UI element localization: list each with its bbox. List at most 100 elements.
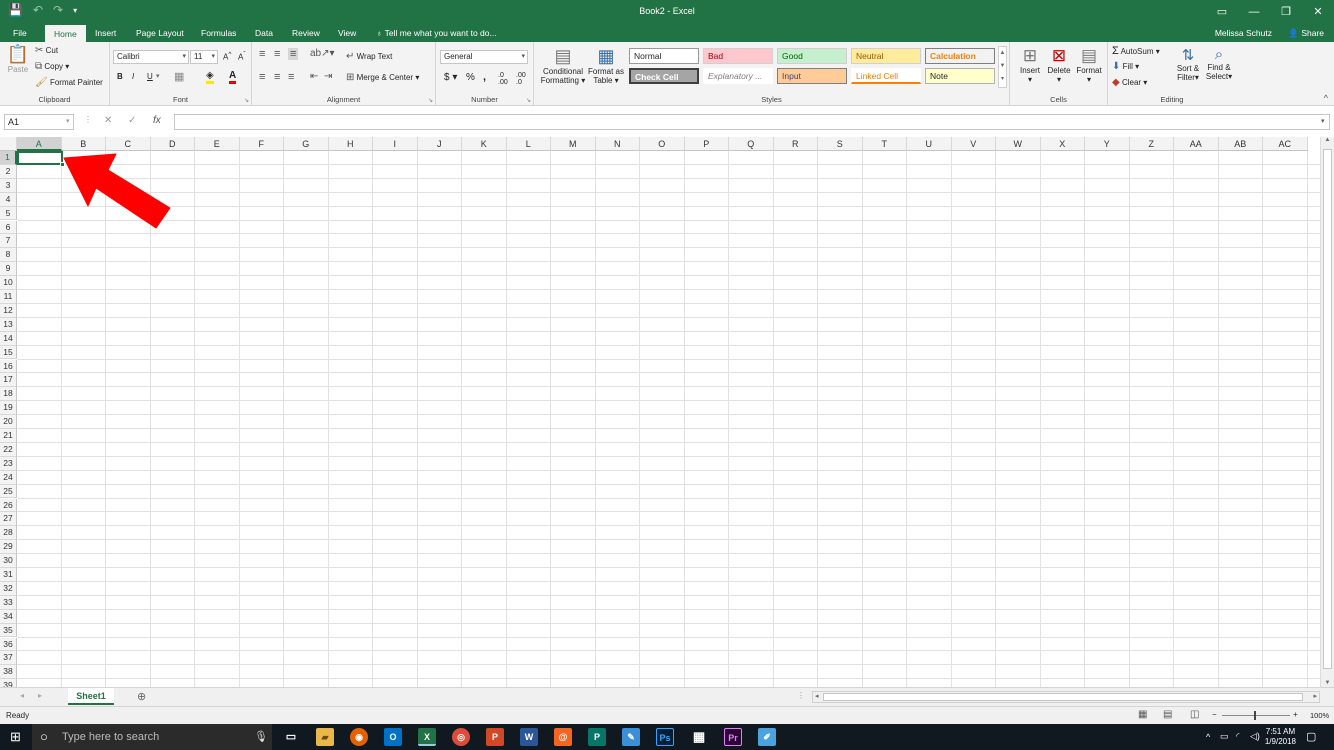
row-header[interactable]: 23 — [0, 456, 17, 471]
italic-button[interactable]: I — [132, 72, 134, 81]
tray-expand-icon[interactable]: ^ — [1206, 732, 1210, 742]
style-explanatory[interactable]: Explanatory ... — [703, 68, 773, 84]
style-bad[interactable]: Bad — [703, 48, 773, 64]
comma-button[interactable]: , — [483, 71, 486, 83]
column-header[interactable]: C — [106, 137, 151, 151]
row-header[interactable]: 21 — [0, 429, 17, 443]
alignment-dialog-launcher-icon[interactable]: ↘ — [428, 97, 433, 104]
underline-dropdown-icon[interactable]: ▾ — [156, 72, 160, 80]
column-header[interactable]: U — [907, 137, 952, 151]
share-button[interactable]: 👤 Share — [1288, 24, 1324, 42]
column-header[interactable]: Y — [1085, 137, 1130, 151]
page-break-view-icon[interactable]: ◫ — [1190, 709, 1199, 720]
format-button[interactable]: ▤ Format ▾ — [1074, 46, 1104, 84]
row-header[interactable]: 27 — [0, 512, 17, 527]
paste-button[interactable]: 📋 Paste — [6, 44, 30, 74]
row-header[interactable]: 19 — [0, 401, 17, 416]
row-header[interactable]: 33 — [0, 595, 17, 610]
decrease-decimal-icon[interactable]: .00.0 — [516, 72, 526, 86]
increase-decimal-icon[interactable]: .0.00 — [498, 72, 508, 86]
underline-button[interactable]: U — [147, 72, 153, 81]
tab-view[interactable]: View — [331, 24, 363, 42]
column-header[interactable]: G — [284, 137, 329, 151]
action-center-icon[interactable]: ▢ — [1306, 730, 1316, 743]
select-all-corner[interactable] — [0, 137, 17, 151]
column-header[interactable]: D — [150, 137, 195, 151]
cut-button[interactable]: ✂ Cut — [35, 45, 58, 56]
chrome-icon[interactable]: ◎ — [452, 728, 470, 746]
tab-home[interactable]: Home — [45, 25, 86, 42]
outlook-icon[interactable]: O — [384, 728, 402, 746]
name-box[interactable]: A1 — [4, 114, 74, 130]
column-header[interactable]: L — [506, 137, 551, 151]
row-header[interactable]: 34 — [0, 609, 17, 624]
minimize-icon[interactable]: — — [1238, 0, 1270, 24]
restore-icon[interactable]: ❐ — [1270, 0, 1302, 24]
currency-button[interactable]: $ ▾ — [444, 72, 457, 83]
word-icon[interactable]: W — [520, 728, 538, 746]
zoom-out-icon[interactable]: − — [1212, 710, 1217, 719]
row-header[interactable]: 9 — [0, 262, 17, 277]
column-header[interactable]: Z — [1129, 137, 1174, 151]
enter-icon[interactable]: ✓ — [128, 115, 136, 126]
row-header[interactable]: 16 — [0, 359, 17, 374]
decrease-indent-icon[interactable]: ⇤ — [310, 71, 318, 82]
zoom-in-icon[interactable]: + — [1293, 710, 1298, 719]
row-header[interactable]: 15 — [0, 345, 17, 360]
microphone-icon[interactable]: 🎙 — [254, 730, 268, 743]
row-header[interactable]: 20 — [0, 415, 17, 429]
row-header[interactable]: 17 — [0, 373, 17, 388]
row-header[interactable]: 7 — [0, 234, 17, 249]
style-neutral[interactable]: Neutral — [851, 48, 921, 64]
tab-insert[interactable]: Insert — [88, 24, 123, 42]
wrap-text-button[interactable]: ↵ Wrap Text — [346, 51, 392, 62]
wifi-icon[interactable]: ◜ — [1236, 731, 1240, 742]
format-as-table-button[interactable]: ▦ Format as Table ▾ — [586, 46, 626, 85]
style-good[interactable]: Good — [777, 48, 847, 64]
column-header[interactable]: W — [996, 137, 1041, 151]
publisher-icon[interactable]: P — [588, 728, 606, 746]
prev-sheet-icon[interactable]: ◂ — [20, 691, 24, 700]
zoom-level[interactable]: 100% — [1310, 711, 1329, 720]
middle-align-icon[interactable]: ≡ — [274, 48, 280, 60]
row-header[interactable]: 32 — [0, 581, 17, 596]
worksheet-grid[interactable]: A B C D E F G H I J K L M N O P Q R S T U V W X Y Z AA AB AC 1 2 3 4 5 6 7 8… — [0, 137, 1320, 687]
ribbon-display-icon[interactable]: ▭ — [1206, 0, 1238, 24]
collapse-ribbon-icon[interactable]: ^ — [1324, 93, 1328, 103]
row-header[interactable]: 36 — [0, 637, 17, 652]
row-header[interactable]: 1 — [0, 151, 17, 165]
horizontal-scrollbar[interactable]: ◂ ▸ — [812, 691, 1320, 703]
copy-button[interactable]: ⧉ Copy ▾ — [35, 61, 69, 72]
conditional-formatting-button[interactable]: ▤ Conditional Formatting ▾ — [538, 46, 588, 85]
selected-cell-a1[interactable] — [17, 151, 65, 167]
align-center-icon[interactable]: ≡ — [274, 71, 280, 83]
column-header[interactable]: B — [61, 137, 106, 151]
app-swirl-icon[interactable]: @ — [554, 728, 572, 746]
split-handle-icon[interactable]: ⋮ — [797, 691, 805, 700]
normal-view-icon[interactable]: ▦ — [1138, 709, 1147, 720]
percent-button[interactable]: % — [466, 72, 475, 83]
column-header[interactable]: E — [195, 137, 240, 151]
column-header[interactable]: AC — [1263, 137, 1308, 151]
borders-icon[interactable]: ▦ — [174, 70, 184, 83]
delete-button[interactable]: ⊠ Delete ▾ — [1045, 46, 1073, 84]
row-header[interactable]: 37 — [0, 651, 17, 666]
tell-me-box[interactable]: ♁ Tell me what you want to do... — [376, 24, 497, 42]
sort-filter-button[interactable]: ⇅ Sort & Filter▾ — [1174, 46, 1202, 82]
photoshop-icon[interactable]: Ps — [656, 728, 674, 746]
column-header[interactable]: J — [417, 137, 462, 151]
row-header[interactable]: 30 — [0, 554, 17, 568]
scroll-down-icon[interactable]: ▼ — [1321, 680, 1334, 686]
firefox-icon[interactable]: ◉ — [350, 728, 368, 746]
row-header[interactable]: 18 — [0, 387, 17, 402]
fill-button[interactable]: ⬇ Fill ▾ — [1112, 61, 1139, 72]
column-header[interactable]: AA — [1174, 137, 1219, 151]
row-header[interactable]: 5 — [0, 206, 17, 221]
app-pen-icon[interactable]: ✐ — [758, 728, 776, 746]
format-painter-button[interactable]: 🖌 Format Painter — [35, 77, 103, 88]
style-calculation[interactable]: Calculation — [925, 48, 995, 64]
scroll-up-icon[interactable]: ▲ — [1321, 137, 1334, 143]
style-linked-cell[interactable]: Linked Cell — [851, 68, 921, 84]
style-input[interactable]: Input — [777, 68, 847, 84]
row-header[interactable]: 3 — [0, 178, 17, 193]
